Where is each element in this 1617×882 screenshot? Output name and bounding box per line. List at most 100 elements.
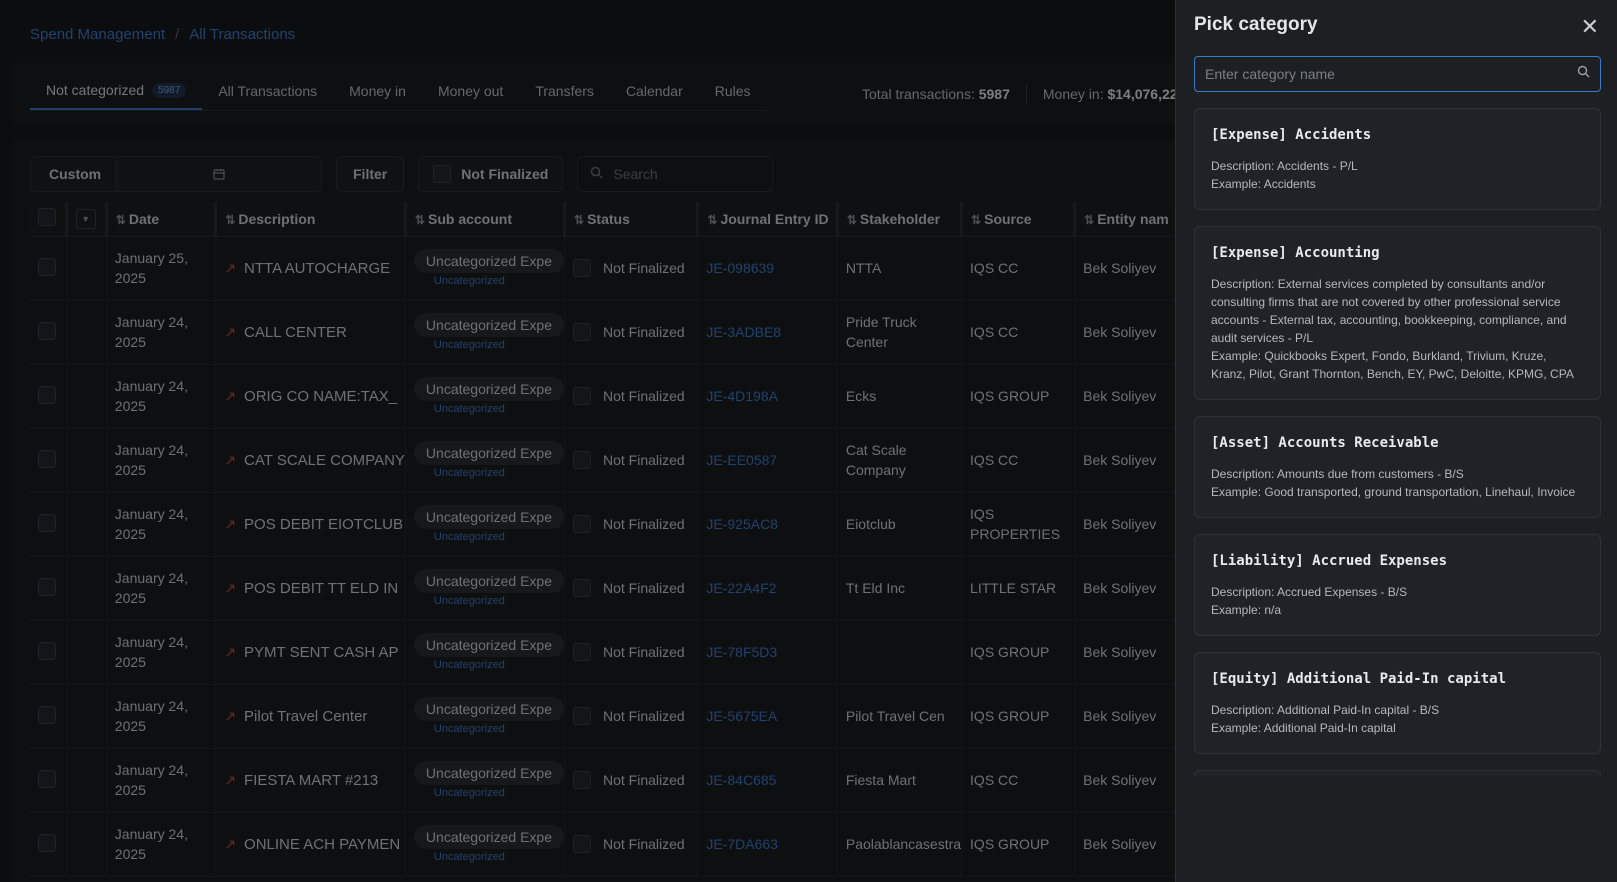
sub-account-pill[interactable]: Uncategorized Expe — [413, 825, 564, 849]
sub-account-pill[interactable]: Uncategorized Expe — [413, 249, 564, 273]
finalize-checkbox[interactable] — [573, 707, 591, 725]
column-sub-account[interactable]: ⇅ Sub account — [405, 202, 567, 237]
table-row[interactable]: January 24, 2025 ↗ PYMT SENT CASH AP Uncate… — [30, 620, 1175, 685]
date-range-picker[interactable]: Custom — [30, 156, 322, 192]
journal-entry-link[interactable]: JE-EE0587 — [697, 428, 838, 493]
sub-account-pill[interactable]: Uncategorized Expe — [413, 505, 564, 529]
tab-money-in[interactable]: Money in — [333, 82, 422, 110]
table-row[interactable]: January 25, 2025 ↗ NTTA AUTOCHARGE Uncatego… — [30, 236, 1175, 301]
sub-account-cell[interactable]: Uncategorized Expe Uncategorized — [405, 748, 566, 813]
transactions-search[interactable]: Search — [577, 156, 774, 192]
chevron-down-icon[interactable]: ▼ — [75, 208, 96, 229]
filter-button[interactable]: Filter — [336, 156, 405, 192]
journal-entry-link[interactable]: JE-78F5D3 — [697, 620, 838, 685]
date-range-custom-label[interactable]: Custom — [31, 157, 117, 191]
sub-account-pill[interactable]: Uncategorized Expe — [413, 377, 564, 401]
not-finalized-checkbox[interactable] — [433, 165, 452, 183]
close-icon[interactable]: ✕ — [1581, 14, 1599, 40]
journal-entry-link[interactable]: JE-7DA663 — [697, 812, 838, 877]
breadcrumb-spend-management[interactable]: Spend Management — [30, 26, 165, 43]
sub-account-cell[interactable]: Uncategorized Expe Uncategorized — [405, 620, 566, 685]
sub-account-cell[interactable]: Uncategorized Expe Uncategorized — [405, 364, 566, 429]
table-row[interactable]: January 24, 2025 ↗ CAT SCALE COMPANY Uncate… — [30, 428, 1175, 493]
breadcrumb-all-transactions[interactable]: All Transactions — [189, 26, 295, 43]
tab-money-out[interactable]: Money out — [422, 82, 519, 110]
sub-account-pill[interactable]: Uncategorized Expe — [413, 761, 564, 785]
category-card[interactable]: [Liability] Accrued Expenses Description:… — [1194, 534, 1601, 636]
column-date[interactable]: ⇅ Date — [106, 202, 218, 237]
tab-rules[interactable]: Rules — [699, 82, 767, 110]
row-checkbox[interactable] — [38, 641, 56, 660]
journal-entry-link[interactable]: JE-22A4F2 — [697, 556, 838, 621]
column-description[interactable]: ⇅ Description — [215, 202, 407, 237]
sub-account-cell[interactable]: Uncategorized Expe Uncategorized — [405, 300, 566, 365]
row-checkbox[interactable] — [38, 257, 56, 276]
table-row[interactable]: January 24, 2025 ↗ POS DEBIT EIOTCLUB Uncat… — [30, 492, 1175, 557]
row-checkbox[interactable] — [38, 513, 56, 532]
sub-account-cell[interactable]: Uncategorized Expe Uncategorized — [405, 236, 566, 301]
column-label: Date — [128, 210, 160, 227]
sub-account-pill[interactable]: Uncategorized Expe — [413, 697, 564, 721]
table-row[interactable]: January 24, 2025 ↗ FIESTA MART #213 Uncateg… — [30, 748, 1175, 813]
category-description: Description: Accrued Expenses - B/S — [1211, 585, 1408, 599]
category-search-input[interactable] — [1205, 66, 1577, 82]
category-search-field[interactable] — [1194, 56, 1601, 92]
column-status[interactable]: ⇅ Status — [564, 202, 700, 237]
journal-entry-link[interactable]: JE-84C685 — [697, 748, 838, 813]
row-checkbox[interactable] — [38, 769, 56, 788]
row-checkbox[interactable] — [38, 833, 56, 852]
category-card[interactable]: [Expense] Accounting Description: Externa… — [1194, 226, 1601, 400]
stakeholder-cell: Fiesta Mart — [837, 748, 963, 813]
finalize-checkbox[interactable] — [573, 835, 591, 853]
status-text: Not Finalized — [603, 516, 685, 532]
select-all-checkbox[interactable] — [38, 208, 56, 227]
sub-account-pill[interactable]: Uncategorized Expe — [413, 569, 564, 593]
sub-account-cell[interactable]: Uncategorized Expe Uncategorized — [405, 556, 566, 621]
finalize-checkbox[interactable] — [573, 515, 591, 533]
journal-entry-link[interactable]: JE-098639 — [697, 236, 838, 301]
row-checkbox[interactable] — [38, 449, 56, 468]
finalize-checkbox[interactable] — [573, 579, 591, 597]
sub-account-pill[interactable]: Uncategorized Expe — [413, 633, 564, 657]
column-entity-name[interactable]: ⇅ Entity nam — [1074, 202, 1175, 237]
sub-account-pill[interactable]: Uncategorized Expe — [413, 441, 564, 465]
tab-transfers[interactable]: Transfers — [519, 82, 610, 110]
journal-entry-link[interactable]: JE-925AC8 — [697, 492, 838, 557]
sub-account-cell[interactable]: Uncategorized Expe Uncategorized — [405, 492, 566, 557]
column-source[interactable]: ⇅ Source — [961, 202, 1077, 237]
category-card[interactable]: [Equity] Additional Paid-In capital Descr… — [1194, 652, 1601, 754]
calendar-icon[interactable] — [117, 168, 321, 180]
journal-entry-link[interactable]: JE-3ADBE8 — [697, 300, 838, 365]
sub-account-pill[interactable]: Uncategorized Expe — [413, 313, 564, 337]
not-finalized-toggle[interactable]: Not Finalized — [418, 156, 564, 192]
category-card[interactable]: [Expense] Accidents Description: Accident… — [1194, 108, 1601, 210]
column-journal-entry-id[interactable]: ⇅ Journal Entry ID — [697, 202, 839, 237]
column-stakeholder[interactable]: ⇅ Stakeholder — [837, 202, 964, 237]
finalize-checkbox[interactable] — [573, 323, 591, 341]
finalize-checkbox[interactable] — [573, 643, 591, 661]
finalize-checkbox[interactable] — [573, 387, 591, 405]
finalize-checkbox[interactable] — [573, 451, 591, 469]
sub-account-cell[interactable]: Uncategorized Expe Uncategorized — [405, 812, 566, 877]
tab-calendar[interactable]: Calendar — [610, 82, 699, 110]
row-checkbox[interactable] — [38, 385, 56, 404]
table-row[interactable]: January 24, 2025 ↗ ORIG CO NAME:TAX_ Uncate… — [30, 364, 1175, 429]
journal-entry-link[interactable]: JE-5675EA — [697, 684, 838, 749]
finalize-checkbox[interactable] — [573, 771, 591, 789]
sub-account-cell[interactable]: Uncategorized Expe Uncategorized — [405, 684, 566, 749]
finalize-checkbox[interactable] — [573, 259, 591, 277]
total-transactions-label: Total transactions: — [862, 86, 975, 102]
category-card[interactable] — [1194, 770, 1601, 776]
row-checkbox[interactable] — [38, 577, 56, 596]
tab-all-transactions[interactable]: All Transactions — [202, 82, 333, 110]
row-checkbox[interactable] — [38, 321, 56, 340]
tab-not-categorized[interactable]: Not categorized 5987 — [30, 82, 203, 110]
sub-account-cell[interactable]: Uncategorized Expe Uncategorized — [405, 428, 566, 493]
table-row[interactable]: January 24, 2025 ↗ Pilot Travel Center Unca… — [30, 684, 1175, 749]
table-row[interactable]: January 24, 2025 ↗ CALL CENTER Uncategorize… — [30, 300, 1175, 365]
row-checkbox[interactable] — [38, 705, 56, 724]
table-row[interactable]: January 24, 2025 ↗ POS DEBIT TT ELD IN Unca… — [30, 556, 1175, 621]
journal-entry-link[interactable]: JE-4D198A — [697, 364, 838, 429]
table-row[interactable]: January 24, 2025 ↗ ONLINE ACH PAYMEN Uncate… — [30, 812, 1175, 877]
category-card[interactable]: [Asset] Accounts Receivable Description: … — [1194, 416, 1601, 518]
